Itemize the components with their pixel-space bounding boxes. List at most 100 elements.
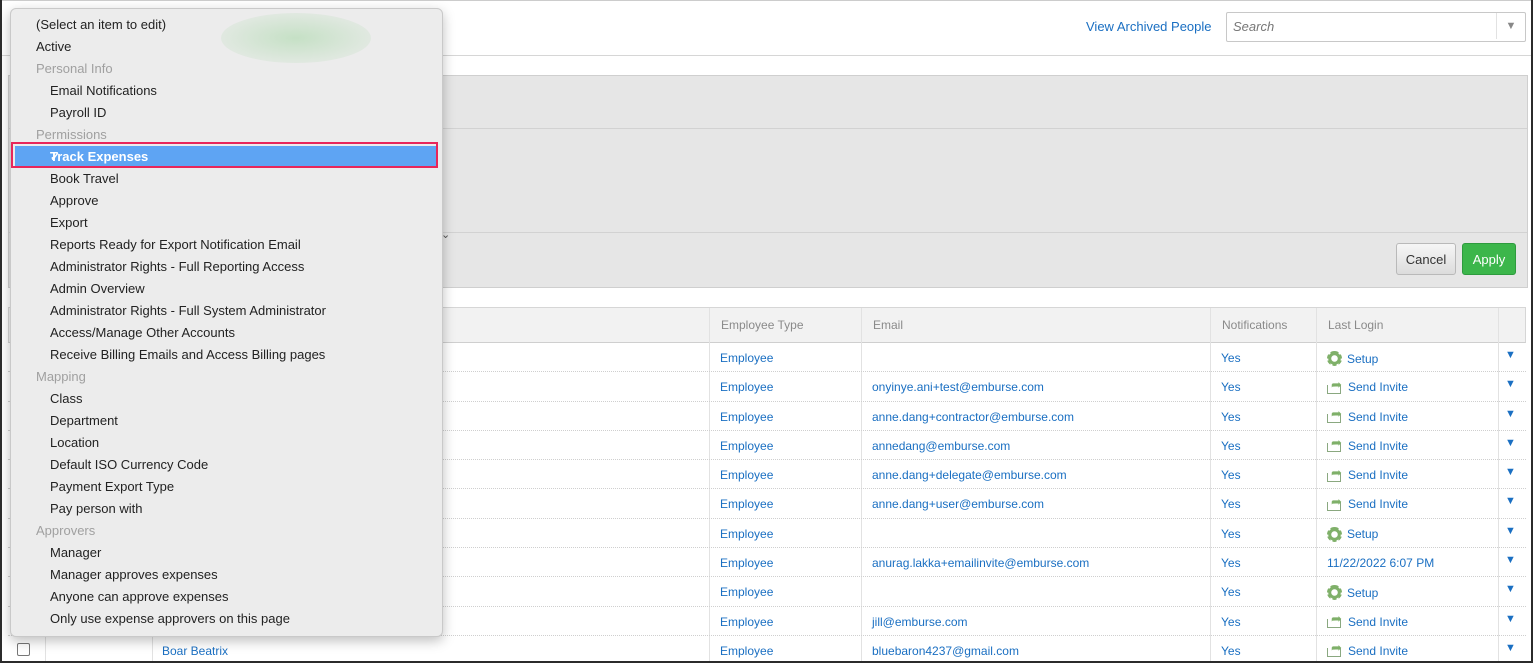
last-login-action[interactable]: Send Invite	[1327, 406, 1409, 424]
edit-field-dropdown[interactable]: (Select an item to edit) Active Personal I…	[10, 8, 443, 637]
menu-group-personal-info: Personal Info	[11, 58, 442, 80]
employee-type-link[interactable]: Employee	[720, 556, 773, 570]
menu-item-label: Mapping	[36, 369, 86, 384]
email-link[interactable]: anurag.lakka+emailinvite@emburse.com	[872, 556, 1089, 570]
menu-item-active[interactable]: Active	[11, 36, 442, 58]
menu-item-reports-ready-for-export-notification-email[interactable]: Reports Ready for Export Notification Em…	[11, 234, 442, 256]
row-menu-arrow-icon[interactable]: ▼	[1505, 408, 1516, 420]
notifications-link[interactable]: Yes	[1221, 527, 1241, 541]
last-login-action[interactable]: 11/22/2022 6:07 PM	[1327, 556, 1434, 570]
menu-item-email-notifications[interactable]: Email Notifications	[11, 80, 442, 102]
employee-type-link[interactable]: Employee	[720, 644, 773, 658]
row-menu-arrow-icon[interactable]: ▼	[1505, 349, 1516, 361]
menu-item-location[interactable]: Location	[11, 432, 442, 454]
email-link[interactable]: annedang@emburse.com	[872, 439, 1010, 453]
employee-type-link[interactable]: Employee	[720, 439, 773, 453]
menu-item-track-expenses[interactable]: ✓ Track Expenses	[15, 146, 436, 168]
notifications-link[interactable]: Yes	[1221, 497, 1241, 511]
menu-item-access-manage-other-accounts[interactable]: Access/Manage Other Accounts	[11, 322, 442, 344]
employee-type-link[interactable]: Employee	[720, 380, 773, 394]
chevron-down-icon[interactable]: ▼	[1496, 13, 1525, 39]
menu-item-class[interactable]: Class	[11, 388, 442, 410]
menu-item-administrator-rights-full-system-administrator[interactable]: Administrator Rights - Full System Admin…	[11, 300, 442, 322]
row-menu-arrow-icon[interactable]: ▼	[1505, 613, 1516, 625]
row-menu-arrow-icon[interactable]: ▼	[1505, 495, 1516, 507]
view-archived-people-link[interactable]: View Archived People	[1086, 19, 1212, 34]
menu-item-approve[interactable]: Approve	[11, 190, 442, 212]
last-login-action[interactable]: Setup	[1327, 351, 1378, 366]
menu-item-select-an-item-to-edit[interactable]: (Select an item to edit)	[11, 14, 442, 36]
menu-item-receive-billing-emails-and-access-billing-pages[interactable]: Receive Billing Emails and Access Billin…	[11, 344, 442, 366]
employee-type-link[interactable]: Employee	[720, 585, 773, 599]
last-login-action[interactable]: Send Invite	[1327, 494, 1408, 511]
row-menu-arrow-icon[interactable]: ▼	[1505, 583, 1516, 595]
last-login-label: Send Invite	[1348, 409, 1409, 424]
row-menu-arrow-icon[interactable]: ▼	[1505, 466, 1516, 478]
last-login-action[interactable]: Send Invite	[1327, 640, 1408, 658]
row-menu-arrow-icon[interactable]: ▼	[1505, 437, 1516, 449]
notifications-link[interactable]: Yes	[1221, 556, 1241, 570]
row-checkbox[interactable]	[17, 642, 30, 656]
menu-item-payroll-id[interactable]: Payroll ID	[11, 102, 442, 124]
table-row[interactable]: Boar Beatrix Employee bluebaron4237@gmail.…	[8, 636, 1526, 661]
email-link[interactable]: anne.dang+user@emburse.com	[872, 497, 1044, 511]
menu-item-book-travel[interactable]: Book Travel	[11, 168, 442, 190]
menu-item-label: Export	[50, 215, 88, 230]
cancel-button[interactable]: Cancel	[1396, 243, 1456, 275]
menu-item-pay-person-with[interactable]: Pay person with	[11, 498, 442, 520]
menu-item-default-iso-currency-code[interactable]: Default ISO Currency Code	[11, 454, 442, 476]
notifications-link[interactable]: Yes	[1221, 585, 1241, 599]
row-menu-arrow-icon[interactable]: ▼	[1505, 554, 1516, 566]
column-header-notifications[interactable]: Notifications	[1222, 318, 1287, 332]
email-link[interactable]: jill@emburse.com	[872, 615, 968, 629]
last-login-action[interactable]: Send Invite	[1327, 465, 1408, 482]
notifications-link[interactable]: Yes	[1221, 351, 1241, 365]
notifications-link[interactable]: Yes	[1221, 468, 1241, 482]
menu-item-anyone-can-approve-expenses[interactable]: Anyone can approve expenses	[11, 586, 442, 608]
apply-button[interactable]: Apply	[1462, 243, 1516, 275]
menu-item-label: Track Expenses	[50, 149, 149, 164]
person-name-link[interactable]: Boar Beatrix	[162, 644, 228, 658]
search-input[interactable]	[1227, 13, 1505, 39]
notifications-link[interactable]: Yes	[1221, 410, 1241, 424]
row-menu-arrow-icon[interactable]: ▼	[1505, 378, 1516, 390]
email-link[interactable]: anne.dang+delegate@emburse.com	[872, 468, 1067, 482]
employee-type-link[interactable]: Employee	[720, 351, 773, 365]
gear-icon	[1327, 526, 1342, 542]
last-login-action[interactable]: Send Invite	[1327, 435, 1408, 453]
notifications-link[interactable]: Yes	[1221, 380, 1241, 394]
last-login-action[interactable]: Setup	[1327, 585, 1378, 601]
email-link[interactable]: anne.dang+contractor@emburse.com	[872, 410, 1074, 424]
last-login-action[interactable]: Send Invite	[1327, 377, 1408, 394]
menu-item-administrator-rights-full-reporting-access[interactable]: Administrator Rights - Full Reporting Ac…	[11, 256, 442, 278]
employee-type-link[interactable]: Employee	[720, 497, 773, 511]
menu-item-admin-overview[interactable]: Admin Overview	[11, 278, 442, 300]
notifications-link[interactable]: Yes	[1221, 439, 1241, 453]
last-login-action[interactable]: Send Invite	[1327, 611, 1408, 629]
menu-item-export[interactable]: Export	[11, 212, 442, 234]
search-box[interactable]: ▼	[1226, 12, 1526, 42]
menu-group-approvers: Approvers	[11, 520, 442, 542]
email-link[interactable]: bluebaron4237@gmail.com	[872, 644, 1019, 658]
menu-item-only-use-expense-approvers-on-this-page[interactable]: Only use expense approvers on this page	[11, 608, 442, 630]
notifications-link[interactable]: Yes	[1221, 615, 1241, 629]
column-header-last-login[interactable]: Last Login	[1328, 318, 1383, 332]
employee-type-link[interactable]: Employee	[720, 468, 773, 482]
menu-item-label: Anyone can approve expenses	[50, 589, 229, 604]
row-menu-arrow-icon[interactable]: ▼	[1505, 525, 1516, 537]
menu-item-manager[interactable]: Manager	[11, 542, 442, 564]
menu-item-payment-export-type[interactable]: Payment Export Type	[11, 476, 442, 498]
employee-type-link[interactable]: Employee	[720, 615, 773, 629]
menu-item-manager-approves-expenses[interactable]: Manager approves expenses	[11, 564, 442, 586]
menu-item-label: Location	[50, 435, 100, 450]
column-header-email[interactable]: Email	[873, 318, 903, 332]
row-menu-arrow-icon[interactable]: ▼	[1505, 642, 1516, 654]
notifications-link[interactable]: Yes	[1221, 644, 1241, 658]
employee-type-link[interactable]: Employee	[720, 410, 773, 424]
last-login-action[interactable]: Setup	[1327, 526, 1378, 542]
menu-item-department[interactable]: Department	[11, 410, 442, 432]
employee-type-link[interactable]: Employee	[720, 527, 773, 541]
column-header-employee-type[interactable]: Employee Type	[721, 318, 804, 332]
email-link[interactable]: onyinye.ani+test@emburse.com	[872, 380, 1044, 394]
menu-group-mapping: Mapping	[11, 366, 442, 388]
